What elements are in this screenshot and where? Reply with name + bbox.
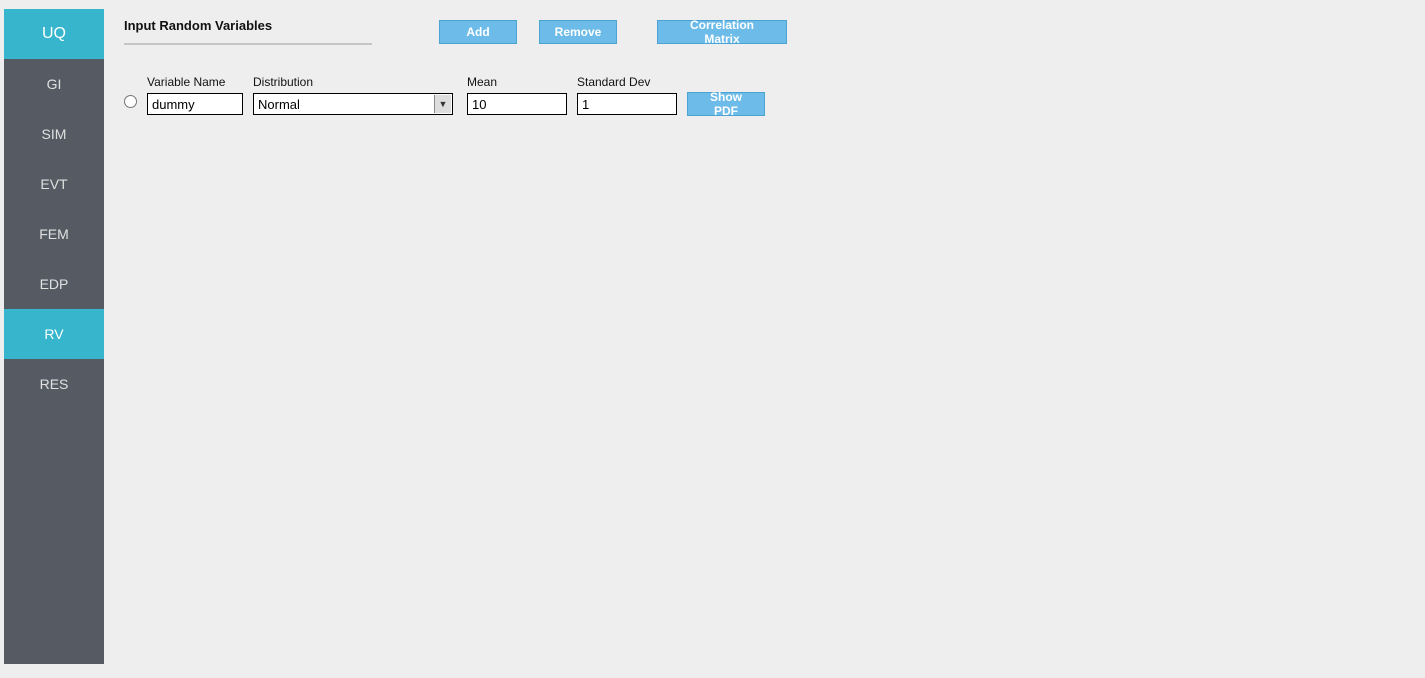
correlation-matrix-button[interactable]: Correlation Matrix bbox=[657, 20, 787, 44]
std-col: Standard Dev bbox=[577, 75, 677, 115]
sidebar-item-label: SIM bbox=[42, 126, 67, 142]
sidebar-item-label: EVT bbox=[40, 176, 67, 192]
std-input[interactable] bbox=[577, 93, 677, 115]
variable-name-input[interactable] bbox=[147, 93, 243, 115]
distribution-select[interactable]: Normal bbox=[253, 93, 453, 115]
sidebar: UQ GI SIM EVT FEM EDP RV RES bbox=[4, 9, 104, 664]
sidebar-item-gi[interactable]: GI bbox=[4, 59, 104, 109]
mean-label: Mean bbox=[467, 75, 567, 89]
page-title: Input Random Variables bbox=[124, 18, 374, 33]
mean-input[interactable] bbox=[467, 93, 567, 115]
variable-name-label: Variable Name bbox=[147, 75, 243, 89]
sidebar-item-label: EDP bbox=[40, 276, 69, 292]
distribution-col: Distribution Normal bbox=[253, 75, 453, 115]
variable-name-col: Variable Name bbox=[147, 75, 243, 115]
sidebar-item-fem[interactable]: FEM bbox=[4, 209, 104, 259]
variable-row: Variable Name Distribution Normal Mean S… bbox=[124, 75, 1425, 115]
sidebar-item-res[interactable]: RES bbox=[4, 359, 104, 409]
sidebar-item-rv[interactable]: RV bbox=[4, 309, 104, 359]
sidebar-item-evt[interactable]: EVT bbox=[4, 159, 104, 209]
sidebar-item-sim[interactable]: SIM bbox=[4, 109, 104, 159]
header-row: Input Random Variables Add Remove Correl… bbox=[124, 18, 1425, 45]
sidebar-item-edp[interactable]: EDP bbox=[4, 259, 104, 309]
sidebar-item-label: RV bbox=[44, 326, 63, 342]
distribution-select-wrap: Normal bbox=[253, 93, 453, 115]
remove-button[interactable]: Remove bbox=[539, 20, 617, 44]
add-button[interactable]: Add bbox=[439, 20, 517, 44]
distribution-label: Distribution bbox=[253, 75, 453, 89]
std-label: Standard Dev bbox=[577, 75, 677, 89]
button-row: Add Remove Correlation Matrix bbox=[439, 20, 787, 44]
sidebar-item-label: RES bbox=[40, 376, 69, 392]
main-panel: Input Random Variables Add Remove Correl… bbox=[104, 0, 1425, 678]
row-select-radio[interactable] bbox=[124, 95, 137, 108]
row-select-col bbox=[124, 95, 137, 115]
sidebar-item-uq[interactable]: UQ bbox=[4, 9, 104, 59]
sidebar-item-label: GI bbox=[47, 76, 62, 92]
title-block: Input Random Variables bbox=[124, 18, 374, 45]
sidebar-item-label: FEM bbox=[39, 226, 69, 242]
sidebar-item-label: UQ bbox=[42, 25, 66, 43]
mean-col: Mean bbox=[467, 75, 567, 115]
show-pdf-button[interactable]: Show PDF bbox=[687, 92, 765, 116]
title-underline bbox=[124, 43, 372, 45]
